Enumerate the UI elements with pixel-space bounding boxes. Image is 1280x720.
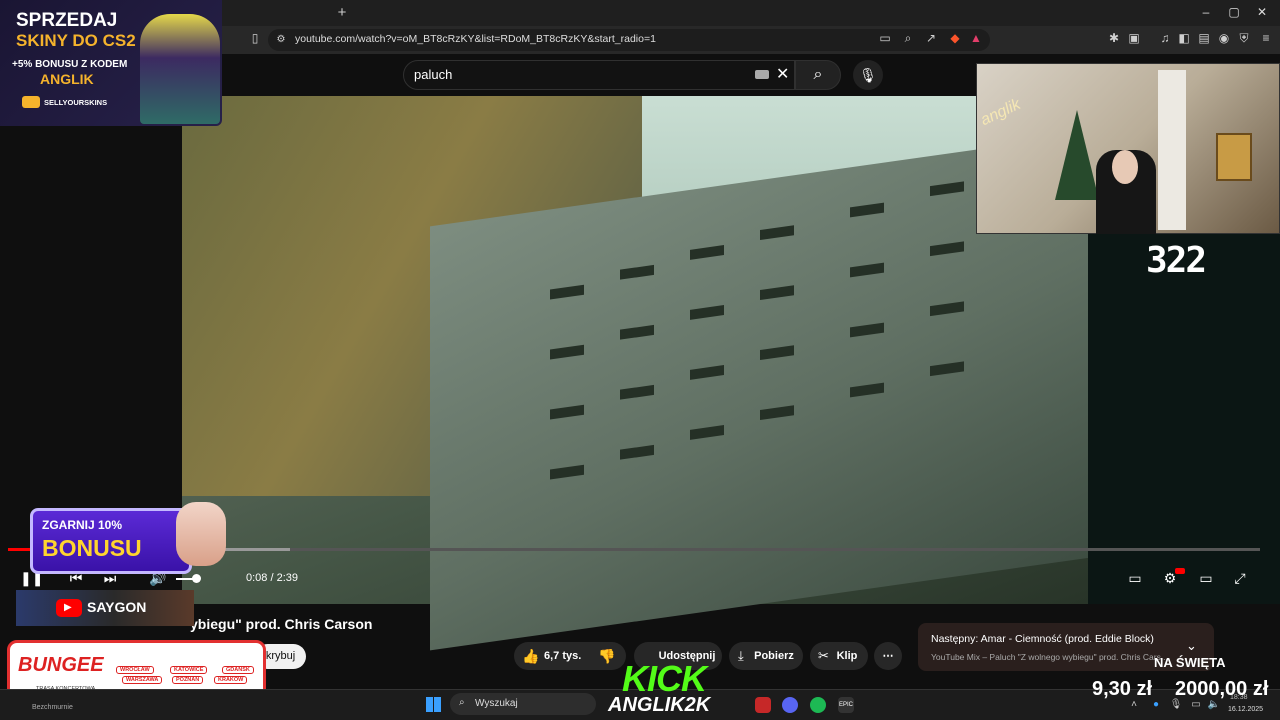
windows-start-icon[interactable] (426, 697, 441, 712)
dislike-icon[interactable]: 👎 (598, 648, 615, 665)
cast-icon[interactable]: ▭ (878, 31, 892, 45)
taskbar-search-placeholder[interactable]: Wyszukaj (475, 698, 518, 709)
bungee-city: WROCŁAW (116, 666, 154, 674)
subtitles-icon[interactable]: ▭ (1125, 570, 1145, 587)
url-text[interactable]: youtube.com/watch?v=oM_BT8cRzKY&list=RDo… (295, 33, 656, 45)
play-icon: ▶ (64, 602, 72, 613)
ad-character-image (140, 14, 220, 124)
goal-label: NA ŚWIĘTA (1154, 655, 1226, 670)
ad-line1: SPRZEDAJ (16, 10, 118, 31)
next-up-subtitle: YouTube Mix – Paluch "Z wolnego wybiegu"… (931, 652, 1168, 662)
time-display: 0:08 / 2:39 (246, 572, 298, 584)
saygon-text: SAYGON (87, 599, 147, 615)
chevron-down-icon[interactable]: ⌄ (1186, 638, 1197, 654)
kick-username: ANGLIK2K (608, 694, 711, 716)
bungee-city: WARSZAWA (122, 676, 163, 684)
menu-icon[interactable]: ≡ (1259, 31, 1273, 45)
vpn-icon[interactable]: ◉ (1217, 31, 1231, 45)
bookmark-icon[interactable]: ▯ (248, 31, 262, 45)
wallet-icon[interactable]: ▤ (1197, 31, 1211, 45)
brave-shield-icon[interactable]: ◆ (948, 31, 962, 45)
bungee-city: KATOWICE (170, 666, 208, 674)
keyboard-icon[interactable] (755, 70, 769, 79)
share-icon[interactable]: ↗ (924, 31, 938, 45)
ad-line2: SKINY DO CS2 (16, 31, 136, 50)
discord-icon[interactable] (782, 697, 798, 713)
like-icon[interactable]: 👍 (522, 648, 539, 665)
search-button[interactable]: ⌕ (795, 60, 841, 90)
sellyourskins-logo-icon (22, 96, 40, 108)
rewards-icon[interactable]: ▲ (969, 31, 983, 45)
extensions-icon[interactable]: ✱ (1107, 31, 1121, 45)
search-box[interactable] (403, 60, 795, 90)
taskbar-search[interactable] (450, 693, 596, 715)
bonus-line2: BONUSU (42, 535, 142, 561)
bungee-city: KRAKÓW (214, 676, 248, 684)
weather-label[interactable]: Bezchmurnie (32, 704, 73, 711)
shield-icon[interactable]: ⛨ (1237, 31, 1251, 45)
sidebar-icon[interactable]: ◧ (1177, 31, 1191, 45)
download-icon: ⤓ (738, 648, 744, 663)
screenshot-icon[interactable]: ▣ (1127, 31, 1141, 45)
scissors-icon: ✂ (818, 648, 829, 663)
new-tab-button[interactable]: + (334, 4, 350, 21)
volume-knob[interactable] (192, 574, 201, 583)
clear-search-icon[interactable]: ✕ (776, 64, 789, 84)
ad-code: ANGLIK (40, 71, 94, 87)
webcam-streamer (1112, 150, 1138, 184)
theater-mode-icon[interactable]: ▭ (1196, 570, 1216, 587)
bungee-title: BUNGEE (18, 654, 104, 676)
bungee-city: POZNAŃ (172, 676, 204, 684)
minimize-button[interactable]: – (1196, 5, 1216, 19)
ad-line3: +5% BONUSU Z KODEM (12, 59, 128, 70)
maximize-button[interactable]: ▢ (1224, 5, 1244, 19)
goal-current: 9,30 zł (1092, 678, 1153, 700)
search-input[interactable]: paluch (414, 67, 452, 82)
media-icon[interactable]: ♫ (1158, 31, 1172, 45)
bonus-line1: ZGARNIJ 10% (42, 518, 123, 532)
taskbar-date[interactable]: 16.12.2025 (1228, 706, 1263, 713)
taskbar-app-icon[interactable] (755, 697, 771, 713)
more-actions-button[interactable]: ⋯ (874, 642, 902, 670)
next-up-title[interactable]: Następny: Amar - Ciemność (prod. Eddie B… (931, 633, 1154, 645)
video-title: ybiegu" prod. Chris Carson (190, 616, 373, 632)
site-settings-icon[interactable]: ⚙ (274, 33, 288, 47)
bonus-decoration (176, 502, 226, 566)
ad-brand: SELLYOURSKINS (44, 98, 108, 107)
fullscreen-icon[interactable]: ⤢ (1230, 570, 1250, 587)
close-window-button[interactable]: ✕ (1252, 5, 1272, 19)
microphone-icon: 🎙 (859, 67, 877, 83)
webcam-painting (1216, 133, 1252, 181)
hd-badge (1175, 568, 1185, 574)
viewer-counter: 322 (1146, 240, 1207, 281)
epic-games-icon[interactable]: EPIC (838, 697, 854, 713)
zoom-icon[interactable]: ⌕ (901, 31, 915, 45)
search-icon: ⌕ (813, 66, 823, 83)
webcam-shelf (1158, 70, 1186, 230)
spotify-icon[interactable] (810, 697, 826, 713)
voice-search-button[interactable]: 🎙 (853, 60, 883, 90)
search-icon: ⌕ (459, 697, 465, 708)
goal-target: 2000,00 zł (1175, 678, 1269, 700)
bungee-city: GDAŃSK (222, 666, 254, 674)
like-count[interactable]: 6,7 tys. (544, 650, 581, 662)
